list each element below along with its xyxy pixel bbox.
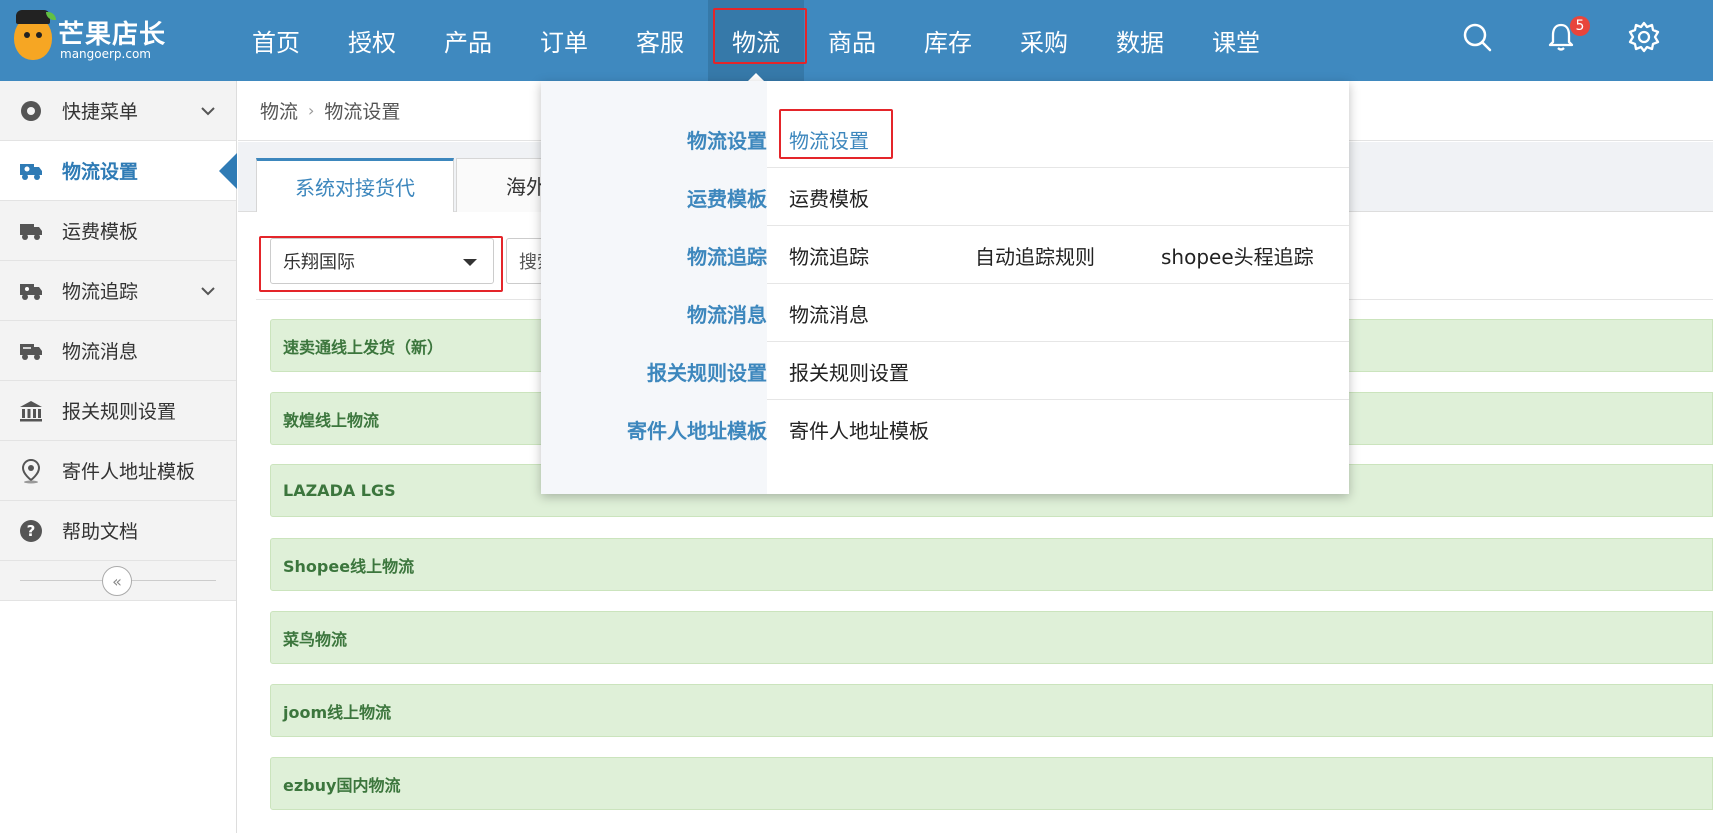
- search-icon[interactable]: [1460, 20, 1494, 54]
- bank-icon: [18, 398, 44, 424]
- tab-system-forwarder[interactable]: 系统对接货代: [256, 158, 454, 212]
- logistics-dropdown-menu: 物流设置 物流设置 运费模板 运费模板 物流追踪 物流追踪 自动追踪规则 sho…: [541, 81, 1349, 494]
- sidebar: 快捷菜单 物流设置 运费模板 物流追踪 物流消息 报关规则设置 寄件人地址模板 …: [0, 81, 237, 833]
- sidebar-item-label: 报关规则设置: [62, 401, 177, 423]
- carrier-row-cainiao[interactable]: 菜鸟物流: [270, 611, 1713, 664]
- gear-icon[interactable]: [1627, 20, 1661, 54]
- map-pin-icon: [18, 458, 44, 484]
- carrier-row-shopee[interactable]: Shopee线上物流: [270, 538, 1713, 591]
- chevron-right-icon: ›: [308, 101, 315, 120]
- truck-icon: [18, 218, 44, 244]
- dropdown-row: 寄件人地址模板 寄件人地址模板: [541, 400, 1349, 458]
- caret-down-icon: [463, 259, 477, 266]
- sidebar-item-sender-address[interactable]: 寄件人地址模板: [0, 441, 236, 501]
- sidebar-item-label: 帮助文档: [62, 521, 139, 543]
- truck-gear-icon: [18, 158, 44, 184]
- dropdown-link-shopee-tracking[interactable]: shopee头程追踪: [1161, 226, 1314, 284]
- dropdown-link-auto-tracking-rules[interactable]: 自动追踪规则: [975, 226, 1095, 284]
- nav-purchasing[interactable]: 采购: [996, 0, 1092, 81]
- dropdown-links: 寄件人地址模板: [767, 400, 1349, 458]
- nav-goods[interactable]: 商品: [804, 0, 900, 81]
- nav-orders[interactable]: 订单: [516, 0, 612, 81]
- sidebar-item-help-docs[interactable]: ? 帮助文档: [0, 501, 236, 561]
- settings-circle-icon: [18, 98, 44, 124]
- nav-home[interactable]: 首页: [228, 0, 324, 81]
- sidebar-item-logistics-tracking[interactable]: 物流追踪: [0, 261, 236, 321]
- chevron-down-icon[interactable]: [198, 281, 218, 301]
- nav-classroom[interactable]: 课堂: [1188, 0, 1284, 81]
- brand-title: 芒果店长: [58, 20, 167, 50]
- sidebar-item-logistics-settings[interactable]: 物流设置: [0, 141, 237, 201]
- breadcrumb-current: 物流设置: [324, 101, 401, 123]
- double-chevron-left-icon[interactable]: «: [102, 566, 132, 596]
- top-navigation-bar: 芒果店长 mangoerp.com 首页 授权 产品 订单 客服 物流 商品 库…: [0, 0, 1713, 81]
- dropdown-link-logistics-settings[interactable]: 物流设置: [789, 110, 869, 168]
- mascot-eye-icon: [36, 32, 42, 38]
- dropdown-category[interactable]: 寄件人地址模板: [627, 400, 767, 458]
- dropdown-links: 物流设置: [767, 110, 1349, 168]
- brand-subtitle: mangoerp.com: [60, 47, 151, 61]
- truck-message-icon: [18, 338, 44, 364]
- dropdown-link-customs-rules[interactable]: 报关规则设置: [789, 342, 909, 400]
- main-nav: 首页 授权 产品 订单 客服 物流 商品 库存 采购 数据 课堂: [228, 0, 1284, 81]
- dropdown-row: 物流消息 物流消息: [541, 284, 1349, 342]
- mascot-eye-icon: [24, 32, 30, 38]
- dropdown-category[interactable]: 物流设置: [687, 110, 767, 168]
- nav-authorization[interactable]: 授权: [324, 0, 420, 81]
- dropdown-links: 运费模板: [767, 168, 1349, 226]
- chevron-down-icon[interactable]: [198, 101, 218, 121]
- nav-customer-service[interactable]: 客服: [612, 0, 708, 81]
- nav-logistics-label: 物流: [732, 29, 780, 57]
- svg-text:?: ?: [27, 522, 36, 540]
- dropdown-category[interactable]: 报关规则设置: [647, 342, 767, 400]
- dropdown-row: 物流追踪 物流追踪 自动追踪规则 shopee头程追踪: [541, 226, 1349, 284]
- sidebar-item-label: 快捷菜单: [62, 101, 139, 123]
- dropdown-category[interactable]: 物流追踪: [687, 226, 767, 284]
- sidebar-item-label: 物流消息: [62, 341, 139, 363]
- notification-badge: 5: [1570, 16, 1590, 36]
- sidebar-item-logistics-messages[interactable]: 物流消息: [0, 321, 236, 381]
- dropdown-link-logistics-tracking[interactable]: 物流追踪: [789, 226, 869, 284]
- dropdown-link-logistics-messages[interactable]: 物流消息: [789, 284, 869, 342]
- provider-select-value: 乐翔国际: [283, 252, 355, 273]
- nav-logistics[interactable]: 物流: [708, 0, 807, 81]
- dropdown-link-shipping-template[interactable]: 运费模板: [789, 168, 869, 226]
- question-icon: ?: [18, 518, 44, 544]
- sidebar-collapse-bar: «: [0, 561, 236, 601]
- carrier-row-joom[interactable]: joom线上物流: [270, 684, 1713, 737]
- dropdown-row: 报关规则设置 报关规则设置: [541, 342, 1349, 400]
- provider-select[interactable]: 乐翔国际: [270, 238, 494, 284]
- breadcrumb-root[interactable]: 物流: [260, 97, 298, 124]
- sidebar-item-label: 物流追踪: [62, 281, 139, 303]
- sidebar-item-label: 运费模板: [62, 221, 139, 243]
- sidebar-item-customs-rules[interactable]: 报关规则设置: [0, 381, 236, 441]
- dropdown-link-sender-address[interactable]: 寄件人地址模板: [789, 400, 929, 458]
- sidebar-item-shipping-template[interactable]: 运费模板: [0, 201, 236, 261]
- brand-logo[interactable]: 芒果店长 mangoerp.com: [14, 10, 167, 66]
- dropdown-links: 报关规则设置: [767, 342, 1349, 400]
- dropdown-links: 物流追踪 自动追踪规则 shopee头程追踪: [767, 226, 1349, 284]
- truck-location-icon: [18, 278, 44, 304]
- sidebar-item-quick-menu[interactable]: 快捷菜单: [0, 81, 236, 141]
- sidebar-item-label: 物流设置: [62, 161, 139, 183]
- mascot-hat-icon: [16, 10, 50, 24]
- dropdown-row: 运费模板 运费模板: [541, 168, 1349, 226]
- sidebar-item-label: 寄件人地址模板: [62, 461, 196, 483]
- dropdown-links: 物流消息: [767, 284, 1349, 342]
- dropdown-row: 物流设置 物流设置: [541, 110, 1349, 168]
- carrier-row-ezbuy[interactable]: ezbuy国内物流: [270, 757, 1713, 810]
- nav-products[interactable]: 产品: [420, 0, 516, 81]
- dropdown-category[interactable]: 运费模板: [687, 168, 767, 226]
- dropdown-category[interactable]: 物流消息: [687, 284, 767, 342]
- nav-inventory[interactable]: 库存: [900, 0, 996, 81]
- nav-data[interactable]: 数据: [1092, 0, 1188, 81]
